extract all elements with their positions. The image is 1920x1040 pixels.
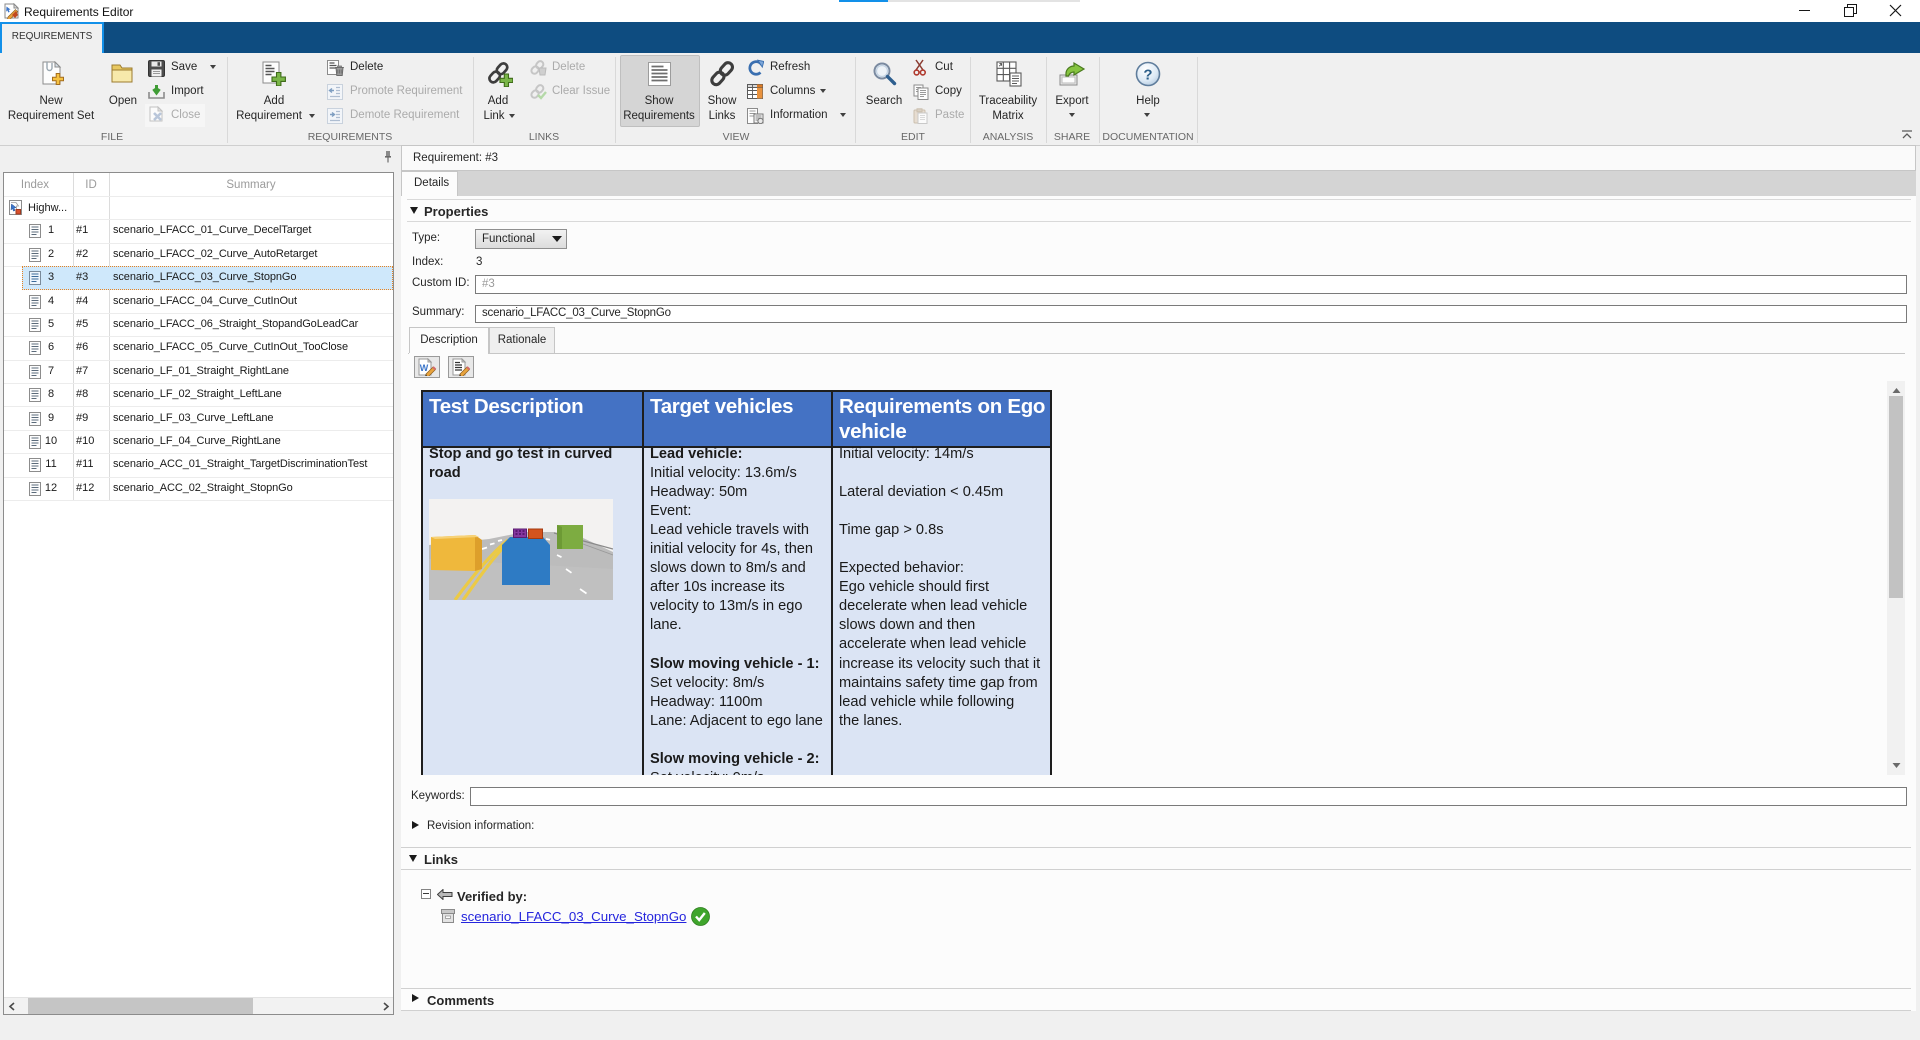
svg-text:W: W — [420, 363, 429, 373]
svg-text:?: ? — [1143, 67, 1152, 84]
